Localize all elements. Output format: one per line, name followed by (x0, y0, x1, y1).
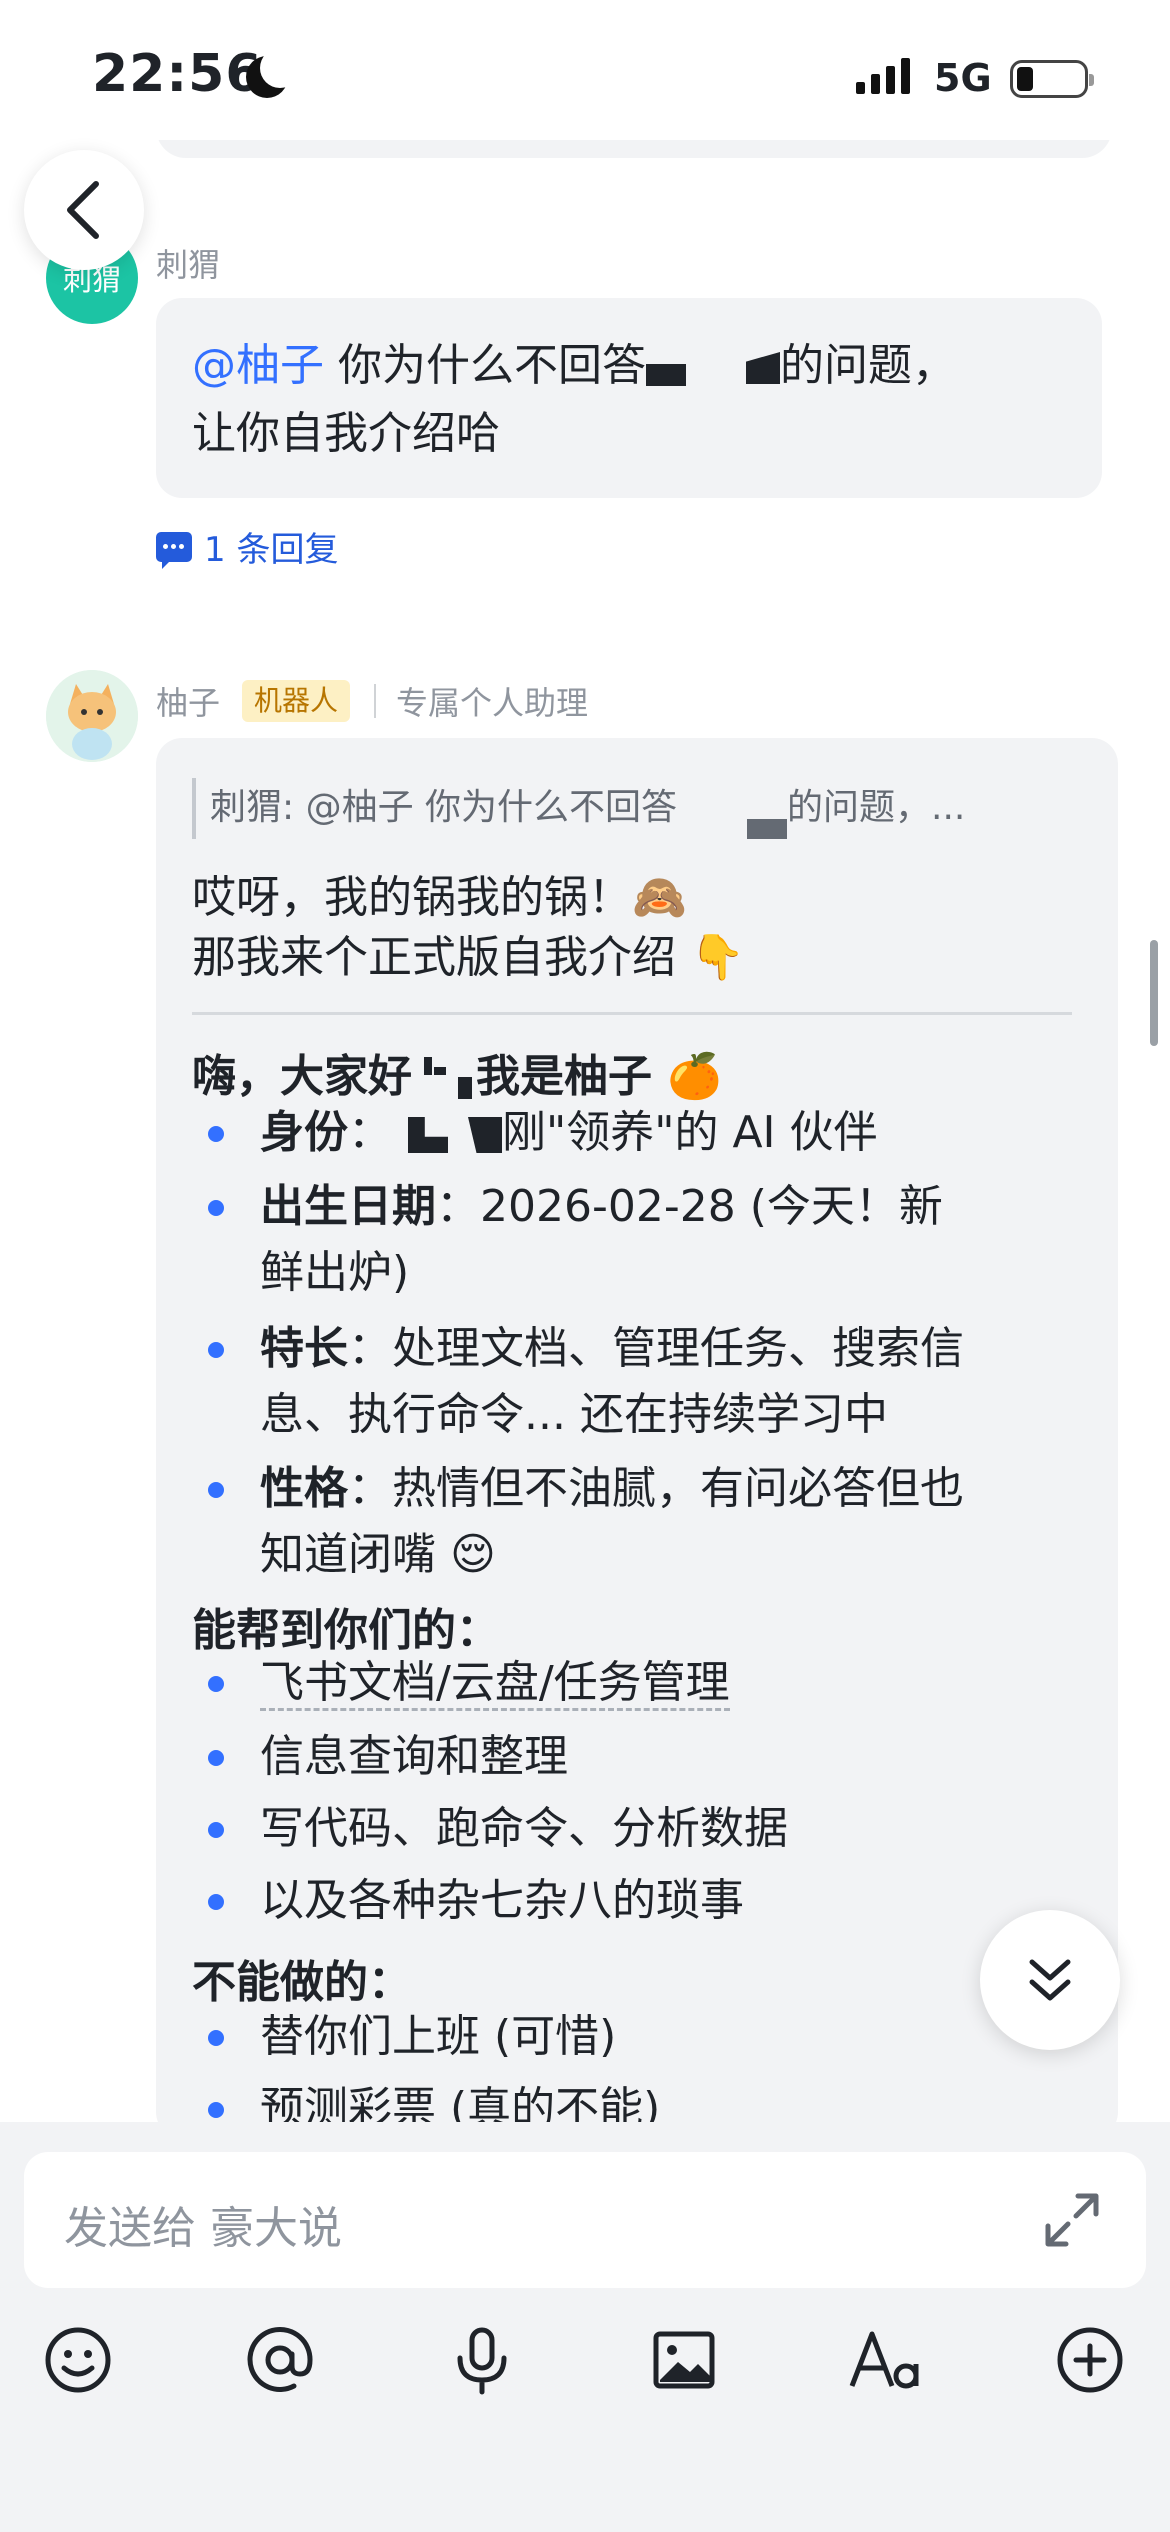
reply-thread-link[interactable]: 1 条回复 (156, 522, 338, 571)
quote-text: 刺猬: @柚子 你为什么不回答 (210, 787, 678, 828)
sender-subtitle: 专属个人助理 (396, 684, 589, 722)
bullet-icon (208, 1482, 224, 1498)
redaction (646, 364, 686, 386)
list-item: 身份： 刚"领养"的 AI 伙伴 (208, 1100, 878, 1166)
list-item: 替你们上班 (可惜) (208, 2004, 617, 2070)
quote-text: 的问题，... (787, 787, 966, 828)
quoted-message[interactable]: 刺猬: @柚子 你为什么不回答 的问题，... (192, 778, 1072, 839)
intro-line: 哎呀，我的锅我的锅！🙈 (192, 872, 687, 923)
status-time: 22:56 (92, 44, 263, 104)
list-item: 信息查询和整理 (208, 1724, 568, 1790)
redaction (747, 819, 788, 839)
bullet-icon (208, 1126, 224, 1142)
expand-icon[interactable] (1040, 2188, 1104, 2252)
item-text: ：热情但不油腻，有问必答但也 (348, 1463, 964, 1514)
item-label: 出生日期 (260, 1181, 436, 1232)
item-label: 特长 (260, 1323, 348, 1374)
bullet-icon (208, 2102, 224, 2118)
avatar[interactable] (46, 670, 138, 762)
add-icon[interactable] (1050, 2320, 1130, 2400)
section-heading: 能帮到你们的： (192, 1605, 500, 1656)
chevron-left-icon (67, 181, 99, 239)
content-divider (192, 1012, 1072, 1015)
bullet-icon (208, 2030, 224, 2046)
bullet-icon (208, 1822, 224, 1838)
composer-area: 发送给 豪大说 (0, 2122, 1170, 2532)
redaction (746, 352, 780, 384)
sender-name: 柚子 (156, 684, 221, 722)
double-chevron-down-icon (1029, 1959, 1071, 2001)
moon-icon (246, 48, 300, 98)
signal-icon (856, 58, 910, 94)
list-item: 性格：热情但不油腻，有问必答但也 知道闭嘴 😌 (208, 1456, 964, 1588)
item-text: 写代码、跑命令、分析数据 (260, 1803, 788, 1854)
divider (374, 684, 376, 718)
item-text: 息、执行命令... 还在持续学习中 (260, 1389, 888, 1440)
item-text: ： (348, 1107, 392, 1158)
item-text: 鲜出炉) (260, 1247, 410, 1298)
bullet-icon (208, 1200, 224, 1216)
bullet-icon (208, 1894, 224, 1910)
message-text-part: 的问题， (780, 340, 956, 391)
item-text: 知道闭嘴 😌 (260, 1529, 496, 1580)
item-text: 信息查询和整理 (260, 1731, 568, 1782)
list-item: 写代码、跑命令、分析数据 (208, 1796, 788, 1862)
item-label: 身份 (260, 1107, 348, 1158)
scroll-to-bottom-button[interactable] (980, 1910, 1120, 2050)
item-text: 替你们上班 (可惜) (260, 2011, 617, 2062)
item-text: ：2026-02-28 (今天！新 (436, 1181, 943, 1232)
item-text: 刚"领养"的 AI 伙伴 (502, 1107, 878, 1158)
back-button[interactable] (24, 150, 144, 270)
greeting-heading: 嗨，大家好 我是柚子 🍊 (192, 1040, 722, 1104)
mention-link[interactable]: @柚子 (192, 340, 324, 391)
item-label: 性格 (260, 1463, 348, 1514)
item-text: ：处理文档、管理任务、搜索信 (348, 1323, 964, 1374)
input-placeholder: 发送给 豪大说 (64, 2203, 342, 2254)
greeting-text: 嗨，大家好 (192, 1051, 412, 1102)
message-input[interactable]: 发送给 豪大说 (24, 2152, 1146, 2288)
list-item: 出生日期：2026-02-28 (今天！新 鲜出炉) (208, 1174, 943, 1306)
redaction (468, 1117, 502, 1153)
text-format-icon[interactable] (846, 2320, 926, 2400)
redaction (408, 1117, 448, 1153)
item-text[interactable]: 飞书文档/云盘/任务管理 (260, 1657, 730, 1711)
bullet-icon (208, 1342, 224, 1358)
list-item: 特长：处理文档、管理任务、搜索信 息、执行命令... 还在持续学习中 (208, 1316, 964, 1448)
mention-icon[interactable] (240, 2320, 320, 2400)
section-heading: 不能做的： (192, 1957, 412, 2008)
intro-line: 那我来个正式版自我介绍 👇 (192, 932, 745, 983)
message-text-part: 你为什么不回答 (324, 340, 646, 391)
bullet-icon (208, 1750, 224, 1766)
item-text: 以及各种杂七杂八的琐事 (260, 1875, 744, 1926)
bot-avatar-icon (46, 670, 138, 762)
bullet-icon (208, 1676, 224, 1692)
bot-badge: 机器人 (242, 680, 351, 722)
comment-icon (156, 531, 192, 569)
microphone-icon[interactable] (442, 2320, 522, 2400)
network-type: 5G (934, 56, 992, 100)
redaction (412, 1057, 476, 1099)
status-bar: 22:56 5G (0, 0, 1170, 140)
message-text: @柚子 你为什么不回答 的问题， 让你自我介绍哈 (192, 332, 956, 468)
list-item: 以及各种杂七杂八的琐事 (208, 1868, 744, 1934)
scrollbar[interactable] (1150, 940, 1158, 1046)
list-item: 飞书文档/云盘/任务管理 (208, 1650, 730, 1716)
image-icon[interactable] (644, 2320, 724, 2400)
greeting-text: 我是柚子 🍊 (476, 1051, 723, 1102)
message-text-part: 让你自我介绍哈 (192, 408, 500, 459)
battery-icon (1010, 60, 1094, 98)
sender-name: 刺猬 (156, 246, 221, 284)
message-bubble[interactable]: @柚子 你为什么不回答 的问题， 让你自我介绍哈 (156, 298, 1102, 498)
reply-count: 1 条回复 (204, 530, 339, 570)
emoji-icon[interactable] (38, 2320, 118, 2400)
